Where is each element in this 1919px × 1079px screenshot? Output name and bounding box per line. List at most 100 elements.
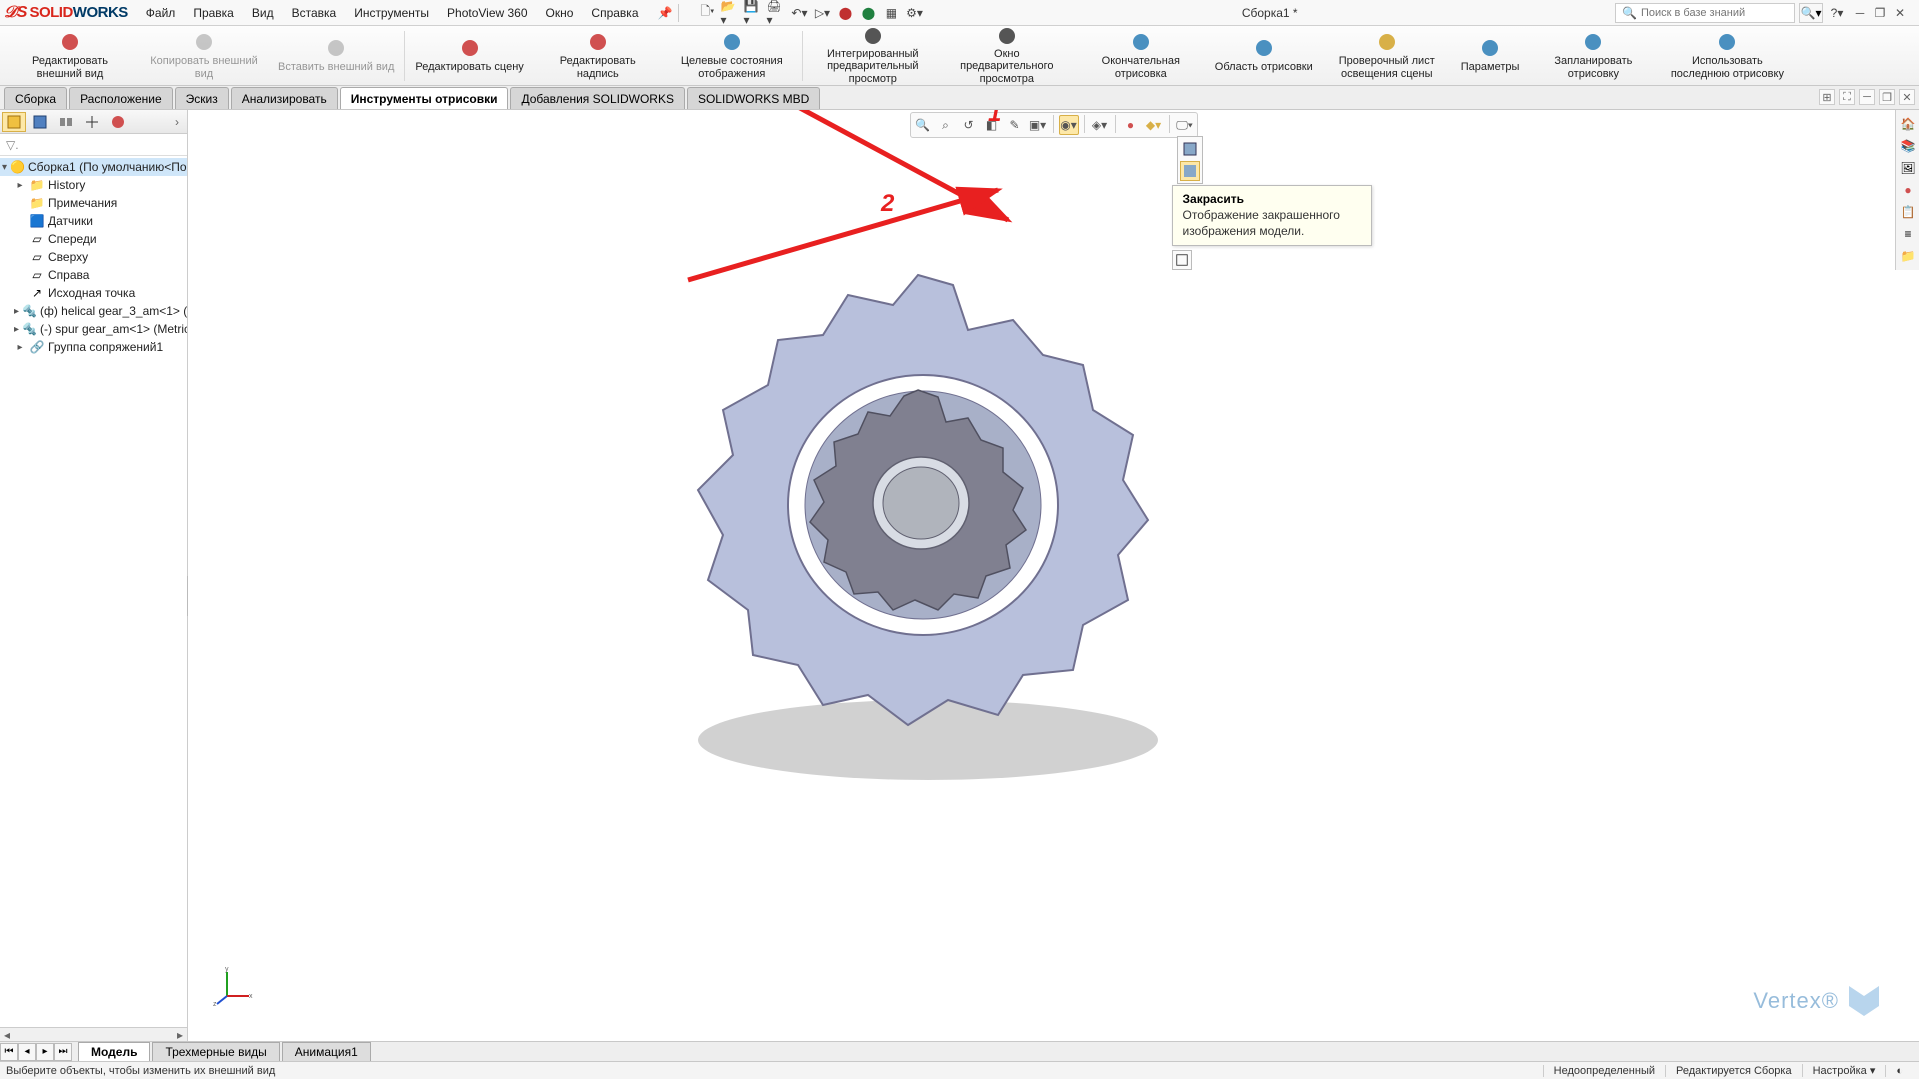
- tree-node-8[interactable]: ▸🔩(-) spur gear_am<1> (Metric: [0, 320, 187, 338]
- first-sheet-icon[interactable]: ⏮: [0, 1043, 18, 1061]
- tree-tab-config-icon[interactable]: [54, 112, 78, 132]
- tab-6[interactable]: SOLIDWORKS MBD: [687, 87, 820, 109]
- tab-2[interactable]: Эскиз: [175, 87, 229, 109]
- tree-root[interactable]: ▾🟡Сборка1 (По умолчанию<По у: [0, 158, 187, 176]
- tp-forum-icon[interactable]: 📁: [1898, 246, 1918, 266]
- scene-icon[interactable]: ◆▾: [1144, 115, 1164, 135]
- ribbon-btn-9[interactable]: Область отрисовки: [1209, 28, 1319, 84]
- tree-node-3[interactable]: ▱Спереди: [0, 230, 187, 248]
- expand-icon[interactable]: ▸: [14, 342, 26, 353]
- tree-node-0[interactable]: ▸📁History: [0, 176, 187, 194]
- search-box[interactable]: 🔍: [1615, 3, 1795, 23]
- search-button[interactable]: 🔍▾: [1799, 3, 1823, 23]
- rebuild-icon[interactable]: ⬤: [835, 3, 855, 23]
- dyn-annot-icon[interactable]: ✎: [1005, 115, 1025, 135]
- tree-tab-display-icon[interactable]: [106, 112, 130, 132]
- view-settings-icon[interactable]: 🖵▾: [1175, 115, 1195, 135]
- menu-file[interactable]: Файл: [138, 3, 184, 23]
- pane-close-icon[interactable]: ✕: [1899, 89, 1915, 105]
- orientation-icon[interactable]: ▣▾: [1028, 115, 1048, 135]
- options2-icon[interactable]: ▦: [881, 3, 901, 23]
- expand-icon[interactable]: ▸: [14, 180, 26, 191]
- tree-node-4[interactable]: ▱Сверху: [0, 248, 187, 266]
- ribbon-btn-0[interactable]: Редактировать внешний вид: [4, 28, 136, 84]
- prev-view-icon[interactable]: ↺: [959, 115, 979, 135]
- tp-appear-icon[interactable]: ●: [1898, 180, 1918, 200]
- tab-0[interactable]: Сборка: [4, 87, 67, 109]
- appearance-icon[interactable]: ●: [1121, 115, 1141, 135]
- ribbon-btn-11[interactable]: Параметры: [1455, 28, 1526, 84]
- tp-design-icon[interactable]: 📚: [1898, 136, 1918, 156]
- pin-icon[interactable]: 📌: [655, 3, 676, 23]
- graphics-viewport[interactable]: 🔍 ⌕ ↺ ◧ ✎ ▣▾ ◉▾ ◈▾ ● ◆▾ 🖵▾: [188, 110, 1919, 1041]
- hide-show-icon[interactable]: ◈▾: [1090, 115, 1110, 135]
- zoom-area-icon[interactable]: ⌕: [936, 115, 956, 135]
- ribbon-btn-7[interactable]: Окно предварительного просмотра: [941, 28, 1073, 84]
- bottom-tab-2[interactable]: Анимация1: [282, 1042, 371, 1061]
- close-button[interactable]: ✕: [1891, 5, 1909, 21]
- ribbon-btn-10[interactable]: Проверочный лист освещения сцены: [1321, 28, 1453, 84]
- prev-sheet-icon[interactable]: ◂: [18, 1043, 36, 1061]
- ribbon-btn-8[interactable]: Окончательная отрисовка: [1075, 28, 1207, 84]
- status-extra-icon[interactable]: ◐: [1885, 1065, 1913, 1077]
- tp-custom-icon[interactable]: 📋: [1898, 202, 1918, 222]
- tab-4[interactable]: Инструменты отрисовки: [340, 87, 509, 109]
- ribbon-btn-5[interactable]: Целевые состояния отображения: [666, 28, 798, 84]
- shaded-icon[interactable]: [1180, 161, 1200, 181]
- shaded-edges-icon[interactable]: [1180, 139, 1200, 159]
- scroll-left-icon[interactable]: ◂: [0, 1028, 14, 1042]
- ribbon-btn-6[interactable]: Интегрированный предварительный просмотр: [807, 28, 939, 84]
- menu-help[interactable]: Справка: [583, 3, 646, 23]
- menu-view[interactable]: Вид: [244, 3, 282, 23]
- tree-node-2[interactable]: 🟦Датчики: [0, 212, 187, 230]
- section-view-icon[interactable]: ◧: [982, 115, 1002, 135]
- print-icon[interactable]: 🖨▾: [766, 3, 786, 23]
- tree-expand-arrow[interactable]: ›: [169, 115, 185, 129]
- tree-scrollbar[interactable]: ◂ ▸: [0, 1027, 187, 1041]
- expand-icon[interactable]: ▸: [14, 306, 19, 317]
- tree-tab-feature-icon[interactable]: [2, 112, 26, 132]
- expand-icon[interactable]: ▾: [2, 162, 7, 173]
- bottom-tab-1[interactable]: Трехмерные виды: [152, 1042, 279, 1061]
- tree-filter-bar[interactable]: ▽.: [0, 134, 187, 156]
- menu-insert[interactable]: Вставка: [284, 3, 345, 23]
- tree-node-9[interactable]: ▸🔗Группа сопряжений1: [0, 338, 187, 356]
- ribbon-btn-12[interactable]: Запланировать отрисовку: [1527, 28, 1659, 84]
- tp-home-icon[interactable]: 🏠: [1898, 114, 1918, 134]
- tree-node-5[interactable]: ▱Справа: [0, 266, 187, 284]
- restore-button[interactable]: ❐: [1871, 5, 1889, 21]
- display-style-icon[interactable]: ◉▾: [1059, 115, 1079, 135]
- open-doc-icon[interactable]: 📂▾: [720, 3, 740, 23]
- menu-window[interactable]: Окно: [538, 3, 582, 23]
- pane-max-icon[interactable]: ❐: [1879, 89, 1895, 105]
- help-icon[interactable]: ?▾: [1827, 3, 1847, 23]
- save-icon[interactable]: 💾▾: [743, 3, 763, 23]
- select-icon[interactable]: ▷▾: [812, 3, 832, 23]
- scroll-right-icon[interactable]: ▸: [173, 1028, 187, 1042]
- tree-tab-property-icon[interactable]: [28, 112, 52, 132]
- menu-tools[interactable]: Инструменты: [346, 3, 437, 23]
- tp-disp-icon[interactable]: ≡: [1898, 224, 1918, 244]
- last-sheet-icon[interactable]: ⏭: [54, 1043, 72, 1061]
- ribbon-btn-3[interactable]: Редактировать сцену: [409, 28, 529, 84]
- view-triad[interactable]: y x z: [213, 966, 253, 1006]
- tree-node-7[interactable]: ▸🔩(ф) helical gear_3_am<1> (M: [0, 302, 187, 320]
- tab-5[interactable]: Добавления SOLIDWORKS: [510, 87, 685, 109]
- tree-node-1[interactable]: 📁Примечания: [0, 194, 187, 212]
- pane-expand-icon[interactable]: ⛶: [1839, 89, 1855, 105]
- menu-photoview[interactable]: PhotoView 360: [439, 3, 536, 23]
- undo-icon[interactable]: ↶▾: [789, 3, 809, 23]
- tree-tab-dim-icon[interactable]: [80, 112, 104, 132]
- expand-icon[interactable]: ▸: [14, 324, 19, 335]
- search-input[interactable]: [1641, 7, 1788, 19]
- tree-node-6[interactable]: ↗Исходная точка: [0, 284, 187, 302]
- pane-min-icon[interactable]: ─: [1859, 89, 1875, 105]
- ribbon-btn-4[interactable]: Редактировать надпись: [532, 28, 664, 84]
- ribbon-btn-13[interactable]: Использовать последнюю отрисовку: [1661, 28, 1793, 84]
- options-icon[interactable]: ⚙▾: [904, 3, 924, 23]
- status-custom[interactable]: Настройка ▾: [1802, 1064, 1886, 1077]
- tab-3[interactable]: Анализировать: [231, 87, 338, 109]
- tab-1[interactable]: Расположение: [69, 87, 173, 109]
- new-doc-icon[interactable]: 🗋▾: [697, 3, 717, 23]
- rebuild2-icon[interactable]: ⬤: [858, 3, 878, 23]
